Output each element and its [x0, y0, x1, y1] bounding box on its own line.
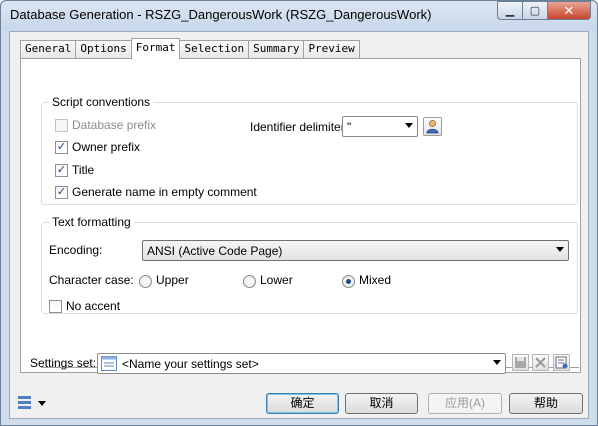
maximize-button[interactable]: ▢ [523, 1, 548, 20]
title-checkbox[interactable]: ✓ [55, 164, 68, 177]
user-icon [426, 120, 439, 134]
save-settings-button[interactable] [512, 354, 529, 371]
chevron-down-icon [405, 123, 413, 128]
settings-list-icon [101, 356, 117, 371]
no-accent-label: No accent [66, 299, 121, 313]
generate-name-label: Generate name in empty comment [72, 185, 257, 199]
minimize-button[interactable]: ▁ [497, 1, 523, 20]
identifier-delimiter-label: Identifier delimiter: [250, 120, 349, 134]
help-button[interactable]: 帮助 [509, 393, 583, 414]
generate-name-checkbox[interactable]: ✓ [55, 186, 68, 199]
mixed-radio[interactable] [342, 275, 355, 288]
database-generation-dialog: Database Generation - RSZG_DangerousWork… [0, 0, 598, 426]
title-bar[interactable]: Database Generation - RSZG_DangerousWork… [1, 1, 597, 31]
script-conventions-legend: Script conventions [52, 95, 151, 109]
delete-icon [535, 357, 546, 368]
owner-prefix-label: Owner prefix [72, 140, 141, 154]
text-formatting-legend: Text formatting [52, 215, 131, 229]
encoding-value: ANSI (Active Code Page) [147, 244, 283, 258]
tab-general[interactable]: General [20, 40, 77, 58]
tab-preview[interactable]: Preview [303, 40, 360, 58]
chevron-down-icon [493, 360, 501, 365]
apply-button[interactable]: 应用(A) [428, 393, 502, 414]
model-menu-icon[interactable] [17, 394, 47, 412]
tab-selection[interactable]: Selection [179, 40, 250, 58]
tab-strip: General Options Format Selection Summary… [20, 38, 360, 59]
database-prefix-checkbox[interactable] [55, 119, 68, 132]
cancel-button[interactable]: 取消 [345, 393, 418, 414]
user-properties-button[interactable] [423, 117, 442, 136]
ok-button[interactable]: 确定 [266, 393, 339, 414]
close-button[interactable]: ✕ [548, 1, 591, 20]
settings-properties-button[interactable] [553, 354, 570, 371]
settings-set-label: Settings set: [30, 356, 97, 370]
window-title: Database Generation - RSZG_DangerousWork… [10, 7, 432, 22]
tab-format[interactable]: Format [130, 38, 181, 59]
title-label: Title [72, 163, 95, 177]
format-tab-panel: Script conventions Database prefix ✓ Own… [20, 58, 581, 373]
settings-set-value: <Name your settings set> [122, 357, 259, 371]
encoding-label: Encoding: [49, 243, 103, 257]
properties-icon [555, 356, 568, 369]
tab-summary[interactable]: Summary [248, 40, 305, 58]
dialog-client-area: General Options Format Selection Summary… [9, 31, 589, 419]
no-accent-checkbox[interactable] [49, 300, 62, 313]
identifier-delimiter-value: " [347, 120, 352, 134]
delete-settings-button[interactable] [532, 354, 549, 371]
settings-set-combo[interactable]: <Name your settings set> [97, 353, 506, 374]
upper-radio[interactable] [139, 275, 152, 288]
encoding-combo[interactable]: ANSI (Active Code Page) [142, 240, 569, 261]
database-prefix-label: Database prefix [72, 118, 157, 132]
tab-options[interactable]: Options [75, 40, 132, 58]
save-icon [515, 357, 526, 368]
lower-label: Lower [260, 273, 293, 287]
lower-radio[interactable] [243, 275, 256, 288]
owner-prefix-checkbox[interactable]: ✓ [55, 141, 68, 154]
chevron-down-icon [556, 247, 564, 252]
identifier-delimiter-combo[interactable]: " [342, 116, 418, 137]
text-formatting-group: Text formatting [41, 215, 578, 314]
mixed-label: Mixed [359, 273, 392, 287]
character-case-label: Character case: [49, 273, 134, 287]
upper-label: Upper [156, 273, 189, 287]
window-controls: ▁ ▢ ✕ [497, 1, 591, 20]
